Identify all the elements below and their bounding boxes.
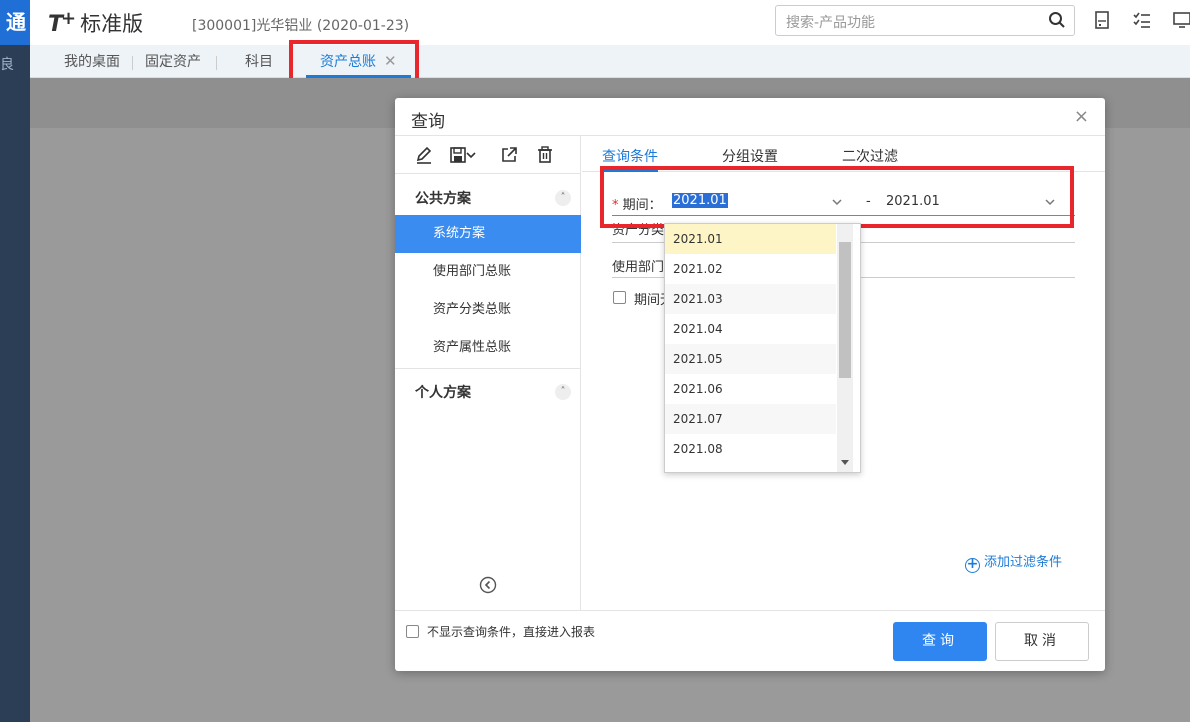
search-placeholder: 搜索-产品功能: [786, 15, 876, 31]
scroll-down-icon[interactable]: [841, 460, 849, 465]
export-icon[interactable]: [499, 145, 519, 165]
dialog-close-icon[interactable]: ×: [1074, 106, 1089, 127]
scheme-panel: 公共方案 ˄ 系统方案 使用部门总账 资产分类总账 资产属性总账 个人方案 ˄: [395, 136, 581, 610]
tab-my-desktop[interactable]: 我的桌面: [64, 45, 120, 78]
scheme-item-category[interactable]: 资产分类总账: [395, 291, 581, 329]
edit-icon[interactable]: [414, 145, 434, 165]
dropdown-option[interactable]: 2021.02: [665, 254, 836, 284]
skip-conditions-checkbox[interactable]: [406, 625, 419, 638]
personal-schemes-heading: 个人方案: [415, 385, 471, 401]
tab-secondary-filter[interactable]: 二次过滤: [842, 146, 898, 166]
divider: [395, 368, 581, 369]
tab-group-settings[interactable]: 分组设置: [722, 146, 778, 166]
app-logo[interactable]: 通: [0, 0, 30, 45]
calculator-icon[interactable]: [1092, 10, 1112, 30]
brand-name: 标准版: [80, 12, 144, 36]
checklist-icon[interactable]: [1132, 10, 1152, 30]
search-input[interactable]: 搜索-产品功能: [775, 5, 1075, 36]
period-dropdown: 2021.01 2021.02 2021.03 2021.04 2021.05 …: [664, 223, 861, 473]
dropdown-option[interactable]: 2021.08: [665, 434, 836, 464]
dialog-title: 查询: [411, 112, 445, 132]
add-circle-icon: +: [965, 556, 980, 573]
period-no-change-checkbox[interactable]: [613, 291, 626, 304]
dropdown-option[interactable]: 2021.03: [665, 284, 836, 314]
search-icon[interactable]: [1048, 11, 1066, 29]
dropdown-option[interactable]: 2021.05: [665, 344, 836, 374]
collapse-public-icon[interactable]: ˄: [555, 190, 571, 206]
brand-logo: T+ 标准版: [48, 8, 143, 38]
scheme-item-system[interactable]: 系统方案: [395, 215, 581, 253]
tab-divider: [216, 56, 217, 70]
department-label: 使用部门: [612, 260, 665, 275]
scheme-item-dept[interactable]: 使用部门总账: [395, 253, 581, 291]
add-filter-label: 添加过滤条件: [984, 555, 1063, 570]
rail-menu-icon[interactable]: 良: [0, 54, 30, 74]
cancel-button[interactable]: 取消: [995, 622, 1089, 661]
highlight-box-period: [600, 166, 1074, 228]
dropdown-option[interactable]: 2021.04: [665, 314, 836, 344]
tab-subjects[interactable]: 科目: [245, 45, 273, 78]
tab-fixed-assets[interactable]: 固定资产: [145, 45, 201, 78]
monitor-icon[interactable]: [1172, 10, 1190, 30]
top-header: T+ 标准版 [300001]光华铝业 (2020-01-23) 搜索-产品功能: [30, 0, 1190, 45]
scheme-toolbar: [395, 136, 581, 174]
dropdown-option[interactable]: 2021.07: [665, 404, 836, 434]
company-info: [300001]光华铝业 (2020-01-23): [192, 18, 410, 34]
dropdown-option[interactable]: 2021.06: [665, 374, 836, 404]
chevron-down-icon[interactable]: [465, 145, 477, 165]
skip-conditions-label: 不显示查询条件，直接进入报表: [427, 625, 596, 639]
add-filter-link[interactable]: + 添加过滤条件: [965, 551, 1062, 573]
tab-divider: [132, 56, 133, 70]
collapse-panel-icon[interactable]: [479, 576, 497, 594]
scheme-item-property[interactable]: 资产属性总账: [395, 329, 581, 367]
public-schemes-heading: 公共方案: [415, 191, 471, 207]
scrollbar-thumb[interactable]: [839, 242, 851, 378]
delete-icon[interactable]: [535, 145, 555, 165]
brand-plus: +: [61, 8, 77, 29]
left-rail: 通 良: [0, 0, 30, 722]
collapse-personal-icon[interactable]: ˄: [555, 384, 571, 400]
divider: [395, 610, 1105, 611]
dropdown-scrollbar[interactable]: [837, 224, 853, 472]
query-button[interactable]: 查询: [893, 622, 987, 661]
dropdown-option[interactable]: 2021.01: [665, 224, 836, 254]
tab-bar: 我的桌面 固定资产 科目 资产总账 ✕: [30, 45, 1190, 78]
